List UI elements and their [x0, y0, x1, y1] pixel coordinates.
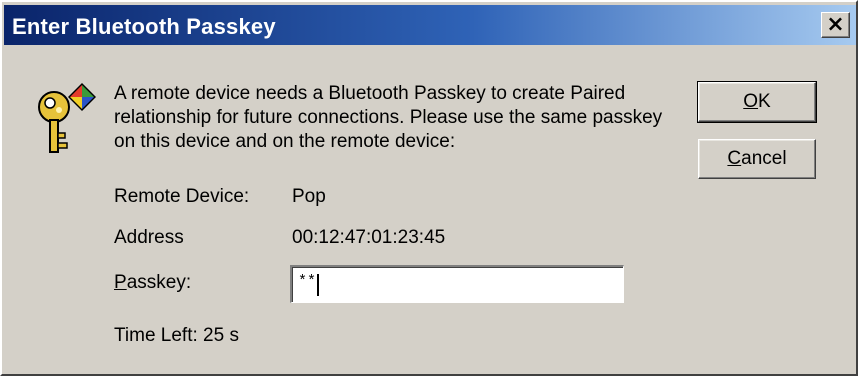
- passkey-label-text: asskey:: [126, 272, 192, 293]
- ok-button[interactable]: OK: [697, 81, 817, 123]
- passkey-masked-value: **: [298, 273, 317, 290]
- passkey-dialog: Enter Bluetooth Passkey × A remote devic…: [0, 0, 858, 376]
- address-value: 00:12:47:01:23:45: [292, 227, 446, 248]
- cancel-button[interactable]: Cancel: [698, 139, 816, 179]
- close-icon: ×: [826, 12, 845, 37]
- address-label: Address: [114, 227, 184, 248]
- time-left-text: Time Left: 25 s: [114, 325, 239, 346]
- passkey-label: Passkey:: [114, 272, 191, 294]
- dialog-message: A remote device needs a Bluetooth Passke…: [114, 83, 663, 152]
- bluetooth-key-icon: [38, 83, 96, 153]
- passkey-input[interactable]: **: [290, 265, 624, 303]
- passkey-accelerator: P: [114, 272, 127, 293]
- remote-device-label: Remote Device:: [114, 186, 250, 207]
- ok-accelerator: O: [743, 91, 759, 112]
- text-caret: [317, 274, 320, 296]
- remote-device-value: Pop: [292, 186, 326, 207]
- cancel-accelerator: C: [727, 148, 742, 169]
- window-title: Enter Bluetooth Passkey: [12, 14, 276, 39]
- title-bar[interactable]: Enter Bluetooth Passkey ×: [4, 5, 856, 45]
- cancel-label: ancel: [741, 148, 787, 169]
- ok-label: K: [758, 91, 771, 112]
- close-button[interactable]: ×: [821, 12, 850, 38]
